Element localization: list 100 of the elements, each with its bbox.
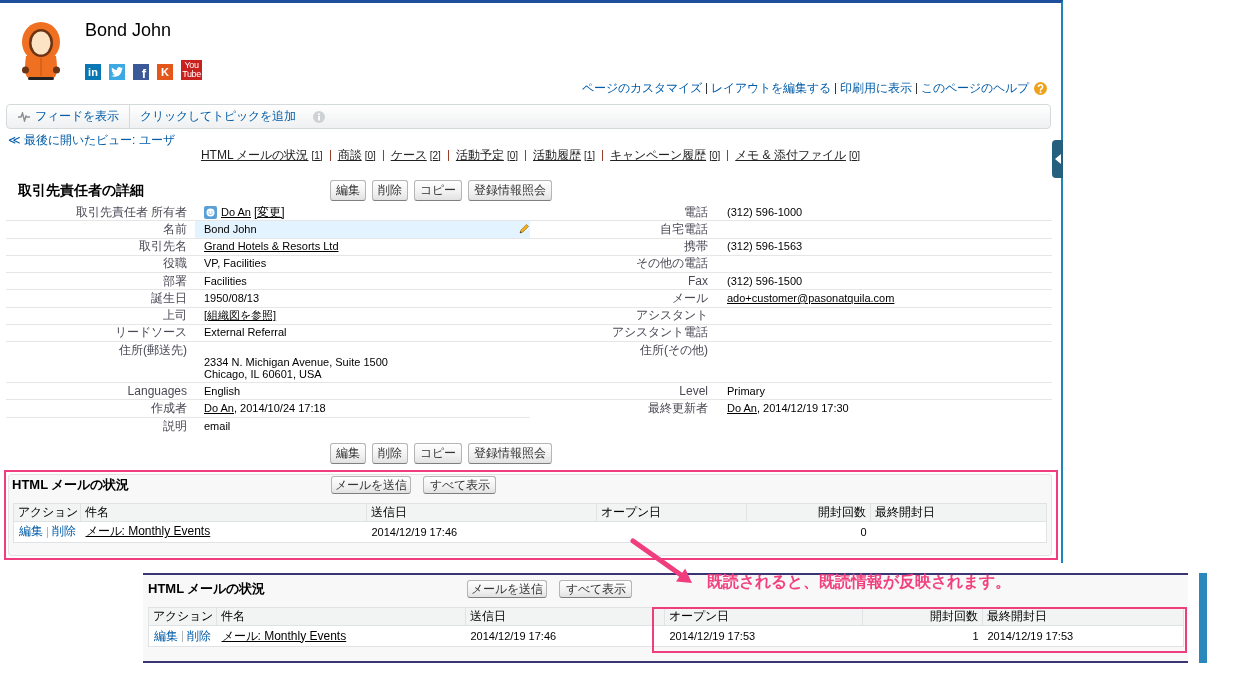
edit-link[interactable]: 編集 [19, 524, 43, 539]
field-value: English [204, 384, 241, 398]
copy-button[interactable]: コピー [414, 442, 462, 464]
lookup-button[interactable]: 登録情報照会 [468, 180, 552, 201]
field-label: 取引先名 [139, 240, 187, 254]
field-value: Primary [727, 384, 765, 398]
header-link[interactable]: レイアウトを編集する [711, 79, 831, 97]
header-link[interactable]: ページのカスタマイズ [582, 79, 702, 97]
last-open-date: 2014/12/19 17:53 [987, 630, 1074, 642]
add-topic-link[interactable]: クリックしてトピックを追加 [140, 108, 296, 125]
user-link[interactable]: Do An [204, 401, 234, 415]
delete-button[interactable]: 削除 [372, 442, 408, 464]
related-list-link[interactable]: キャンペーン履歴 [0] [610, 146, 721, 164]
social-link[interactable]: in [85, 64, 101, 80]
field-value: VP, Facilities [204, 257, 267, 271]
social-link[interactable]: You Tube [181, 60, 202, 80]
field-label: 自宅電話 [660, 222, 708, 236]
section-title: 取引先責任者の詳細 [18, 181, 145, 200]
field-value: (312) 596-1000 [727, 205, 803, 219]
field-value: 1950/08/13 [204, 291, 260, 305]
field-label: 携帯 [684, 240, 708, 254]
change-owner-link[interactable]: [変更] [253, 205, 285, 219]
sidebar-toggle-button[interactable] [1052, 140, 1063, 178]
breadcrumb-link[interactable]: ≪ 最後に開いたビュー: ユーザ [8, 133, 175, 147]
edit-button[interactable]: 編集 [330, 442, 366, 464]
field-value: (312) 596-1563 [727, 240, 803, 254]
pulse-icon [18, 111, 30, 122]
field-value: , 2014/10/24 17:18 [233, 401, 326, 415]
edit-button[interactable]: 編集 [330, 180, 366, 201]
copy-button[interactable]: コピー [414, 180, 462, 201]
column-header: 件名 [216, 607, 466, 626]
section-title: HTML メールの状況 [12, 475, 131, 494]
field-value: (312) 596-1500 [727, 274, 803, 288]
pencil-icon [519, 224, 529, 235]
delete-button[interactable]: 削除 [372, 180, 408, 201]
subject-link[interactable]: メール: Monthly Events [221, 628, 347, 643]
field-label: 電話 [684, 205, 708, 219]
subject-link[interactable]: メール: Monthly Events [85, 524, 211, 539]
help-icon [1034, 81, 1047, 95]
view-all-button[interactable]: すべて表示 [423, 475, 496, 494]
column-header: アクション [148, 607, 217, 626]
column-header: 送信日 [366, 503, 597, 522]
info-icon [313, 110, 325, 123]
field-label: リードソース [115, 326, 187, 340]
related-list-link[interactable]: メモ & 添付ファイル [0] [735, 146, 861, 164]
column-header: 件名 [80, 503, 367, 522]
field-label: アシスタント [636, 309, 708, 323]
related-list-link[interactable]: 商談 [0] [337, 146, 376, 164]
field-label: 説明 [163, 419, 187, 433]
field-value: Bond John [204, 222, 257, 236]
field-link[interactable]: Grand Hotels & Resorts Ltd [204, 240, 339, 254]
social-link[interactable] [109, 64, 125, 80]
sent-date: 2014/12/19 17:46 [470, 630, 557, 642]
related-list-link[interactable]: 活動予定 [0] [455, 146, 518, 164]
column-header: オープン日 [596, 503, 747, 522]
user-icon [204, 205, 217, 219]
field-link[interactable]: [組織図を参照] [204, 309, 277, 323]
field-value: External Referral [204, 326, 287, 340]
field-label: 取引先責任者 所有者 [75, 205, 187, 219]
owner-link[interactable]: Do An [221, 205, 251, 219]
callout-text: 既読されると、既読情報が反映されます。 [707, 573, 1011, 591]
show-feed-button[interactable]: フィードを表示 [7, 105, 129, 128]
field-label: メール [672, 291, 708, 305]
lookup-button[interactable]: 登録情報照会 [468, 442, 552, 464]
address-value: 2334 N. Michigan Avenue, Suite 1500 Chicago, IL 60601, USA [204, 356, 388, 380]
send-email-button[interactable]: メールを送信 [331, 475, 411, 494]
edit-link[interactable]: 編集 [154, 628, 178, 643]
field-label: Fax [688, 274, 708, 288]
social-link[interactable]: K [157, 64, 173, 80]
send-email-button[interactable]: メールを送信 [467, 580, 547, 598]
column-header: アクション [13, 503, 81, 522]
field-label: 上司 [163, 309, 187, 323]
open-count: 1 [972, 630, 979, 642]
field-label: 住所(郵送先) [119, 344, 187, 357]
field-link[interactable]: ado+customer@pasonatquila.com [727, 291, 895, 305]
field-label: 役職 [163, 257, 187, 271]
bird-icon [111, 67, 123, 77]
field-value: , 2014/12/19 17:30 [756, 402, 849, 416]
field-label: Languages [127, 384, 187, 398]
section-title: HTML メールの状況 [148, 580, 267, 598]
header-link[interactable]: このページのヘルプ [921, 79, 1029, 97]
header-link[interactable]: 印刷用に表示 [840, 79, 912, 97]
delete-link[interactable]: 削除 [187, 628, 211, 643]
user-link[interactable]: Do An [727, 402, 757, 416]
open-count: 0 [860, 525, 867, 538]
field-label: 名前 [163, 222, 187, 236]
related-list-link[interactable]: HTML メールの状況 [1] [200, 146, 323, 164]
field-label: 住所(その他) [640, 344, 708, 357]
delete-link[interactable]: 削除 [52, 524, 76, 539]
field-label: 最終更新者 [648, 402, 708, 416]
related-list-link[interactable]: 活動履歴 [1] [533, 146, 596, 164]
field-value: Facilities [204, 274, 247, 288]
record-title: Bond John [85, 20, 173, 41]
social-link[interactable]: f [133, 64, 149, 80]
field-label: 作成者 [151, 401, 187, 415]
field-label: 部署 [163, 274, 187, 288]
view-all-button[interactable]: すべて表示 [559, 580, 632, 598]
related-list-link[interactable]: ケース [2] [390, 146, 441, 164]
field-label: アシスタント電話 [612, 326, 708, 340]
column-header: 開封回数 [746, 503, 871, 522]
